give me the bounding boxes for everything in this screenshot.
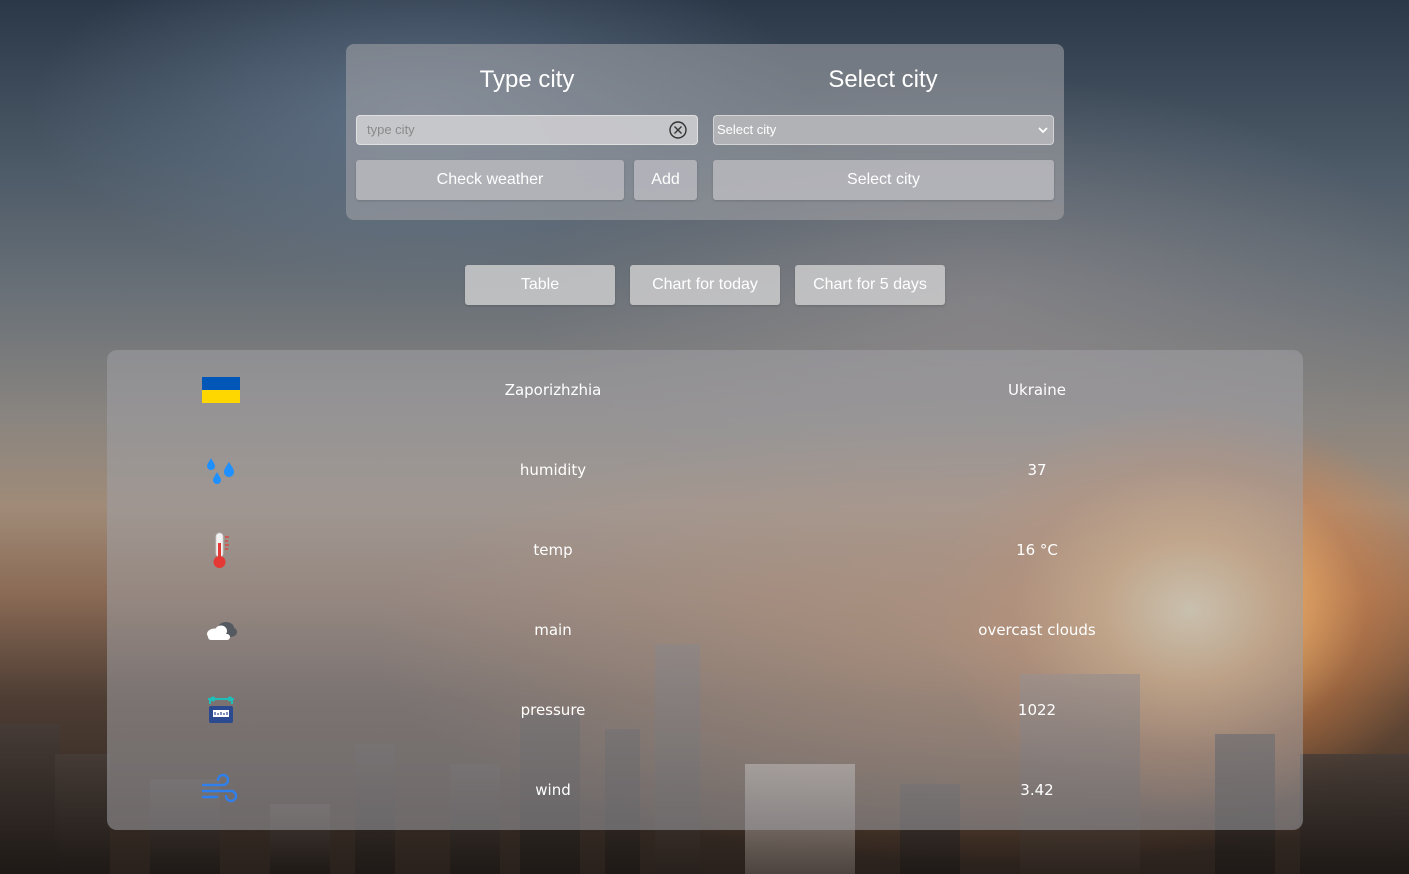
clear-input-icon[interactable]	[668, 120, 688, 140]
ukraine-flag-icon	[201, 374, 241, 406]
tab-chart-5-days[interactable]: Chart for 5 days	[795, 265, 945, 305]
temp-value: 16 °C	[1016, 541, 1058, 559]
table-row-main: main overcast clouds	[107, 590, 1303, 670]
cloud-icon	[201, 614, 241, 646]
select-city-title: Select city	[828, 66, 938, 93]
humidity-icon	[201, 454, 241, 486]
table-row-humidity: humidity 37	[107, 430, 1303, 510]
pressure-value: 1022	[1017, 701, 1057, 719]
thermometer-icon	[201, 532, 241, 568]
humidity-label: humidity	[519, 461, 587, 479]
wind-icon	[201, 773, 241, 806]
type-city-title: Type city	[479, 66, 575, 93]
table-row-wind: wind 3.42	[107, 750, 1303, 830]
city-select-dropdown[interactable]: Select city	[713, 115, 1054, 145]
city-name: Zaporizhzhia	[504, 381, 602, 399]
humidity-value: 37	[1027, 461, 1047, 479]
temp-label: temp	[533, 541, 573, 559]
add-city-button[interactable]: Add	[634, 160, 697, 200]
city-select-value: Select city	[717, 122, 777, 137]
main-label: main	[534, 621, 572, 639]
select-city-button[interactable]: Select city	[713, 160, 1054, 200]
table-row-pressure: pressure 1022	[107, 670, 1303, 750]
pressure-gauge-icon	[201, 694, 241, 726]
wind-value: 3.42	[1020, 781, 1054, 799]
tab-table[interactable]: Table	[465, 265, 615, 305]
city-search-input[interactable]: type city	[356, 115, 698, 145]
main-value: overcast clouds	[978, 621, 1096, 639]
wind-label: wind	[535, 781, 571, 799]
chevron-down-icon	[1038, 127, 1048, 134]
country-name: Ukraine	[1008, 381, 1066, 399]
tab-chart-today[interactable]: Chart for today	[630, 265, 780, 305]
pressure-label: pressure	[520, 701, 586, 719]
table-row-location: Zaporizhzhia Ukraine	[107, 350, 1303, 430]
table-row-temp: temp 16 °C	[107, 510, 1303, 590]
check-weather-button[interactable]: Check weather	[356, 160, 624, 200]
